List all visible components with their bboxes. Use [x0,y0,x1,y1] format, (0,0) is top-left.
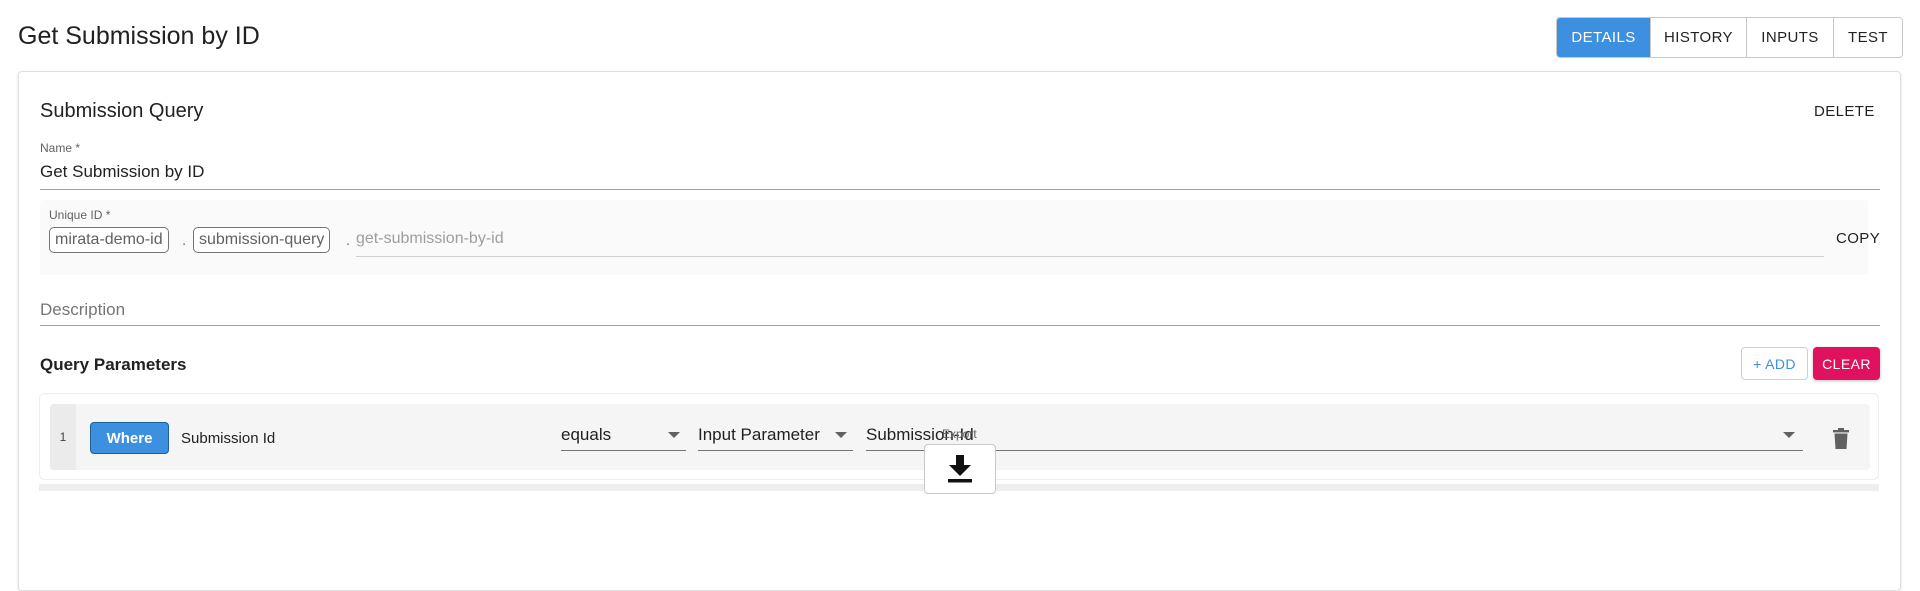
export-label: Export [942,427,977,441]
parameter-field-name: Submission Id [181,430,276,447]
unique-id-underline [356,256,1824,257]
source-select-value: Input Parameter [698,425,820,444]
copy-button[interactable]: COPY [1836,230,1880,247]
unique-id-separator: . [346,232,351,249]
parameter-row-index: 1 [50,404,76,470]
name-label: Name * [40,141,81,155]
unique-id-label: Unique ID * [49,208,111,222]
chevron-down-icon [1783,432,1795,438]
tab-inputs[interactable]: INPUTS [1746,18,1833,57]
tab-details[interactable]: DETAILS [1557,18,1650,57]
operator-select-value: equals [561,425,612,444]
operator-select[interactable]: equals [561,423,686,451]
description-field[interactable]: Description [40,300,125,320]
unique-id-chip-namespace: mirata-demo-id [49,227,169,253]
source-select[interactable]: Input Parameter [698,423,853,451]
description-underline [40,325,1880,326]
query-card: Submission Query DELETE Name * Get Submi… [18,71,1901,591]
tab-history[interactable]: HISTORY [1650,18,1746,57]
chevron-down-icon [835,432,847,438]
clear-parameters-button[interactable]: CLEAR [1813,347,1880,380]
name-field[interactable]: Get Submission by ID [40,162,204,182]
card-title: Submission Query [40,100,204,122]
name-underline [40,189,1880,190]
unique-id-input[interactable]: get-submission-by-id [356,230,504,248]
query-parameters-title: Query Parameters [40,355,187,374]
delete-button[interactable]: DELETE [1814,103,1875,120]
tab-test[interactable]: TEST [1833,18,1902,57]
unique-id-separator: . [182,232,187,249]
chevron-down-icon [668,432,680,438]
export-button[interactable] [924,444,996,494]
unique-id-chip-type: submission-query [193,227,331,253]
download-icon [948,455,972,483]
add-parameter-button[interactable]: + ADD [1741,347,1808,380]
view-tabs: DETAILS HISTORY INPUTS TEST [1556,17,1903,58]
page-title: Get Submission by ID [18,22,260,50]
where-clause-button[interactable]: Where [90,422,169,454]
delete-row-button[interactable] [1832,428,1852,452]
value-select[interactable]: Submission-Id [866,423,1803,451]
trash-icon [1833,428,1849,449]
